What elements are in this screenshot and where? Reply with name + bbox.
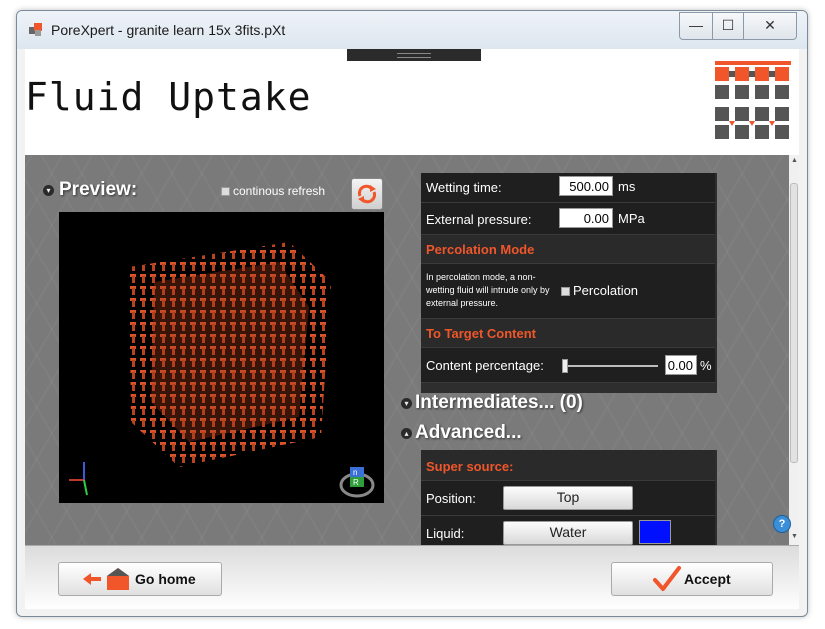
scrollbar-thumb[interactable]	[790, 183, 798, 463]
content-percentage-slider-track[interactable]	[562, 359, 658, 373]
accept-button[interactable]: Accept	[611, 562, 773, 596]
main-panel: ▾ Preview: continous refresh n R Wetting…	[25, 155, 799, 551]
percolation-checkbox-label: Percolation	[573, 283, 639, 298]
help-icon[interactable]: ?	[773, 515, 791, 533]
percolation-description: In percolation mode, a non-wetting fluid…	[426, 272, 550, 308]
footer-bar: Go home Accept	[25, 545, 799, 609]
super-source-panel: Super source: Position: Top Liquid: Wate…	[421, 450, 717, 551]
wetting-time-input[interactable]: 500.00	[559, 176, 613, 196]
page-title: Fluid Uptake	[25, 75, 312, 119]
intermediates-chevron-icon[interactable]: ▾	[401, 398, 412, 409]
content-percentage-row: Content percentage: 0.00 %	[421, 348, 715, 383]
intermediates-section-title[interactable]: Intermediates... (0)	[415, 392, 583, 414]
preview-section-title: Preview:	[59, 179, 138, 200]
orientation-cube-icon: n R	[339, 467, 375, 498]
position-row: Position: Top	[421, 481, 715, 516]
porexpert-logo-icon	[715, 61, 791, 139]
liquid-select-button[interactable]: Water	[503, 521, 633, 545]
target-content-heading: To Target Content	[426, 326, 537, 341]
accept-label: Accept	[684, 571, 731, 587]
close-button[interactable]: ✕	[743, 12, 797, 40]
content-percentage-slider-thumb[interactable]	[562, 359, 568, 373]
advanced-section-title[interactable]: Advanced...	[415, 422, 522, 444]
pore-network-render: n R	[69, 242, 375, 498]
title-bar: PoreXpert - granite learn 15x 3fits.pXt …	[17, 11, 807, 49]
content-percentage-input[interactable]: 0.00	[665, 355, 697, 375]
percolation-toggle[interactable]: Percolation	[561, 283, 638, 298]
maximize-icon: ☐	[721, 17, 735, 33]
preview-collapse-chevron-icon[interactable]: ▾	[43, 185, 54, 196]
vertical-scrollbar[interactable]: ▲ ▼	[789, 155, 799, 545]
liquid-label: Liquid:	[426, 526, 465, 541]
continuous-refresh-checkbox[interactable]	[221, 187, 230, 197]
external-pressure-unit: MPa	[618, 211, 645, 226]
axis-gizmo-icon	[69, 462, 88, 496]
external-pressure-row: External pressure: 0.00 MPa	[421, 203, 715, 235]
orientation-cube-front-label: R	[353, 478, 359, 487]
close-icon: ✕	[764, 17, 776, 33]
continuous-refresh-label: continous refresh	[233, 184, 326, 198]
super-source-heading: Super source:	[426, 459, 514, 474]
home-arrow-icon	[83, 568, 129, 590]
percolation-mode-heading: Percolation Mode	[426, 242, 535, 257]
window-title: PoreXpert - granite learn 15x 3fits.pXt	[51, 22, 286, 38]
checkmark-icon	[653, 566, 681, 591]
super-source-header: Super source:	[421, 450, 715, 481]
settings-panel: Wetting time: 500.00 ms External pressur…	[421, 173, 717, 393]
content-percentage-label: Content percentage:	[426, 358, 544, 373]
advanced-chevron-icon[interactable]: ▴	[401, 428, 412, 439]
go-home-button[interactable]: Go home	[58, 562, 222, 596]
go-home-label: Go home	[135, 571, 196, 587]
orientation-cube-top-label: n	[353, 468, 357, 477]
percolation-checkbox[interactable]	[561, 287, 570, 297]
external-pressure-input[interactable]: 0.00	[559, 208, 613, 228]
porexpert-app-icon	[29, 23, 42, 36]
position-select-button[interactable]: Top	[503, 486, 633, 510]
target-content-header: To Target Content	[421, 319, 715, 348]
position-label: Position:	[426, 491, 476, 506]
refresh-button[interactable]	[351, 178, 383, 210]
continuous-refresh-toggle[interactable]: continous refresh	[221, 184, 325, 198]
liquid-color-swatch[interactable]	[639, 520, 671, 544]
maximize-button[interactable]: ☐	[712, 12, 744, 40]
minimize-button[interactable]: —	[679, 12, 713, 40]
refresh-arrows-icon	[357, 184, 377, 204]
content-percentage-unit: %	[700, 358, 712, 373]
percolation-row: In percolation mode, a non-wetting fluid…	[421, 264, 715, 319]
percolation-mode-header: Percolation Mode	[421, 235, 715, 264]
scroll-down-arrow-icon[interactable]: ▼	[791, 533, 798, 540]
minimize-icon: —	[689, 17, 703, 33]
scroll-up-arrow-icon[interactable]: ▲	[791, 157, 798, 164]
3d-preview-viewport[interactable]: n R	[59, 212, 384, 503]
app-window: PoreXpert - granite learn 15x 3fits.pXt …	[16, 10, 808, 617]
wetting-time-label: Wetting time:	[426, 180, 502, 195]
wetting-time-row: Wetting time: 500.00 ms	[421, 173, 715, 203]
external-pressure-label: External pressure:	[426, 212, 532, 227]
content-area: Fluid Uptake ▾ Preview: continous refres…	[25, 49, 799, 609]
wetting-time-unit: ms	[618, 179, 636, 194]
panel-grip-handle[interactable]	[347, 49, 481, 61]
